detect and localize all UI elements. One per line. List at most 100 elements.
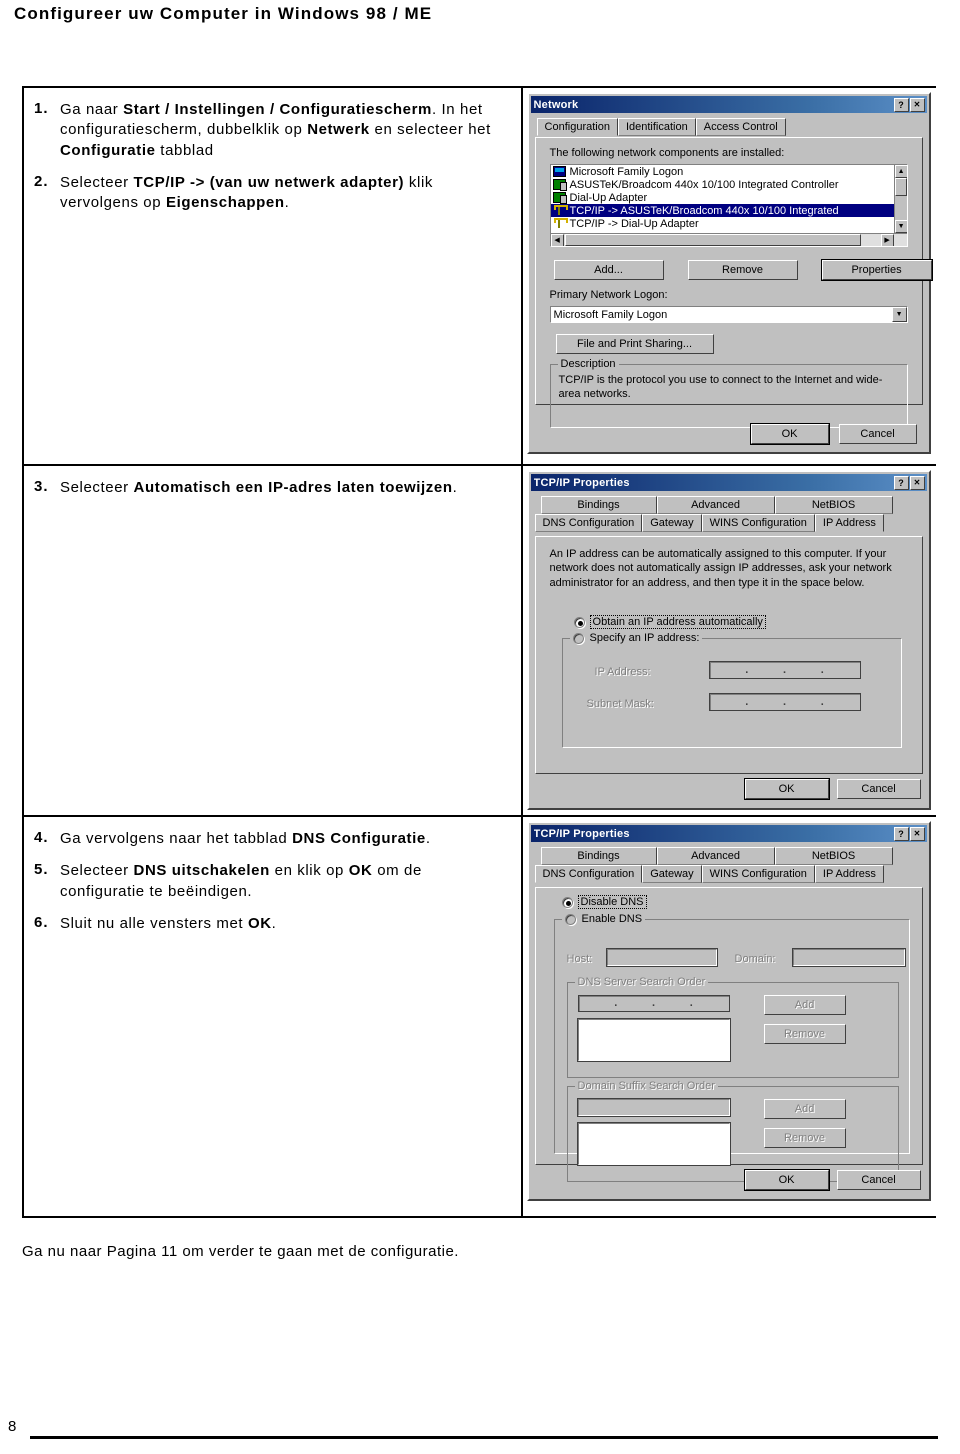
help-icon[interactable]: ?	[893, 475, 909, 490]
tab-dns-configuration[interactable]: DNS Configuration	[534, 865, 643, 883]
obtain-ip-automatically-radio[interactable]: Obtain an IP address automatically	[573, 615, 766, 629]
remove-button[interactable]: Remove	[687, 260, 798, 280]
subnet-octet-3[interactable]	[787, 694, 820, 710]
dns-server-list[interactable]	[576, 1018, 731, 1062]
dns-server-ip-field[interactable]: . . .	[577, 995, 730, 1012]
tab-ip-address[interactable]: IP Address	[814, 865, 884, 883]
scrollbar-thumb[interactable]	[564, 234, 861, 246]
step-5-number: 5.	[34, 861, 49, 879]
tab-gateway[interactable]: Gateway	[642, 865, 702, 883]
ip-address-field[interactable]: . . .	[708, 661, 861, 679]
list-vertical-scrollbar[interactable]: ▲ ▼	[893, 165, 907, 233]
network-cancel-button[interactable]: Cancel	[838, 424, 917, 444]
tab-gateway[interactable]: Gateway	[642, 514, 702, 532]
dns-add-button[interactable]: Add	[763, 995, 846, 1015]
help-icon[interactable]: ?	[893, 97, 909, 112]
list-item[interactable]: ASUSTeK/Broadcom 440x 10/100 Integrated …	[551, 178, 907, 191]
tab-bindings[interactable]: Bindings	[540, 847, 657, 865]
close-icon[interactable]: ✕	[909, 475, 925, 490]
scroll-right-icon[interactable]: ▶	[880, 234, 894, 246]
radio-selected-icon[interactable]	[573, 616, 585, 628]
radio-unselected-icon[interactable]	[572, 632, 584, 644]
help-icon[interactable]: ?	[893, 826, 909, 841]
tab-ip-address[interactable]: IP Address	[814, 514, 884, 532]
tcpip-ip-titlebar-buttons: ? ✕	[893, 475, 925, 490]
domain-suffix-search-order-title: Domain Suffix Search Order	[574, 1080, 718, 1092]
suffix-add-button[interactable]: Add	[763, 1099, 846, 1119]
host-input[interactable]	[605, 948, 718, 967]
tcpip-ip-cancel-button[interactable]: Cancel	[836, 779, 921, 799]
tcpip-ip-titlebar: TCP/IP Properties ? ✕	[530, 474, 927, 491]
specify-ip-group: Specify an IP address: IP Address: . . .	[561, 632, 902, 748]
list-item[interactable]: Microsoft Family Logon	[551, 165, 907, 178]
tcpip-ip-tabstrip-row1: Bindings Advanced NetBIOS	[540, 496, 929, 514]
primary-logon-select[interactable]: Microsoft Family Logon ▼	[549, 306, 908, 323]
ip-octet-2[interactable]	[749, 662, 782, 678]
subnet-mask-field[interactable]: . . .	[708, 693, 861, 711]
tab-wins-configuration[interactable]: WINS Configuration	[701, 865, 815, 883]
page-number: 8	[8, 1418, 17, 1435]
network-ok-button[interactable]: OK	[749, 423, 830, 445]
tab-dns-configuration[interactable]: DNS Configuration	[534, 514, 643, 532]
list-item[interactable]: TCP/IP -> Dial-Up Adapter	[551, 217, 907, 230]
dns-remove-button[interactable]: Remove	[763, 1024, 846, 1044]
tab-bindings[interactable]: Bindings	[540, 496, 657, 514]
scroll-up-icon[interactable]: ▲	[894, 165, 907, 178]
disable-dns-radio[interactable]: Disable DNS	[561, 895, 647, 909]
step-2-number: 2.	[34, 172, 49, 190]
subnet-octet-4[interactable]	[825, 694, 858, 710]
network-configuration-panel: The following network components are ins…	[534, 137, 933, 428]
tab-advanced[interactable]: Advanced	[656, 496, 775, 514]
step-2: 2. Selecteer TCP/IP -> (van uw netwerk a…	[34, 173, 511, 214]
enable-dns-radio[interactable]: Enable DNS	[561, 913, 646, 925]
tab-netbios[interactable]: NetBIOS	[774, 496, 893, 514]
subnet-octet-2[interactable]	[749, 694, 782, 710]
list-item-selected[interactable]: TCP/IP -> ASUSTeK/Broadcom 440x 10/100 I…	[550, 204, 907, 217]
disable-dns-label: Disable DNS	[577, 895, 647, 909]
ip-octet-1[interactable]	[712, 662, 745, 678]
add-button[interactable]: Add...	[553, 260, 664, 280]
properties-button[interactable]: Properties	[820, 259, 933, 281]
step-1-text: Ga naar Start / Instellingen / Configura…	[60, 101, 491, 159]
dns-octet-4[interactable]	[694, 996, 727, 1011]
tab-advanced[interactable]: Advanced	[656, 847, 775, 865]
tcpip-ip-ok-button[interactable]: OK	[743, 778, 830, 800]
dns-octet-2[interactable]	[618, 996, 651, 1011]
list-item[interactable]: Dial-Up Adapter	[551, 191, 907, 204]
file-print-sharing-button[interactable]: File and Print Sharing...	[555, 334, 714, 354]
steps-cell-1: 1. Ga naar Start / Instellingen / Config…	[22, 86, 523, 466]
scrollbar-thumb[interactable]	[894, 178, 907, 196]
ip-octet-4[interactable]	[825, 662, 858, 678]
close-icon[interactable]: ✕	[909, 97, 925, 112]
radio-selected-icon[interactable]	[561, 896, 573, 908]
domain-suffix-list[interactable]	[576, 1122, 731, 1166]
close-icon[interactable]: ✕	[909, 826, 925, 841]
network-dialog-titlebar: Network ? ✕	[530, 96, 927, 113]
tcpip-ip-dialog: TCP/IP Properties ? ✕ Bindings Advanced …	[526, 470, 931, 810]
tcpip-dns-ok-button[interactable]: OK	[743, 1169, 830, 1191]
dns-octet-1[interactable]	[581, 996, 614, 1011]
scroll-down-icon[interactable]: ▼	[894, 220, 907, 233]
list-horizontal-scrollbar[interactable]: ◀ ▶	[550, 233, 907, 246]
dns-octet-3[interactable]	[656, 996, 689, 1011]
tab-wins-configuration[interactable]: WINS Configuration	[701, 514, 815, 532]
steps-cell-3: 4. Ga vervolgens naar het tabblad DNS Co…	[22, 816, 523, 1218]
domain-input[interactable]	[791, 948, 906, 967]
subnet-octet-1[interactable]	[712, 694, 745, 710]
radio-unselected-icon[interactable]	[564, 913, 576, 925]
tab-netbios[interactable]: NetBIOS	[774, 847, 893, 865]
tab-configuration[interactable]: Configuration	[536, 118, 618, 136]
tcpip-dns-cancel-button[interactable]: Cancel	[836, 1170, 921, 1190]
tab-access-control[interactable]: Access Control	[695, 118, 786, 136]
tcpip-dns-title: TCP/IP Properties	[533, 827, 630, 840]
specify-ip-radio[interactable]: Specify an IP address:	[569, 632, 703, 644]
scroll-left-icon[interactable]: ◀	[550, 234, 564, 246]
chevron-down-icon[interactable]: ▼	[891, 307, 907, 322]
network-components-list[interactable]: Microsoft Family Logon ASUSTeK/Broadcom …	[549, 164, 908, 247]
domain-suffix-input[interactable]	[576, 1098, 731, 1117]
ip-octet-3[interactable]	[787, 662, 820, 678]
tab-identification[interactable]: Identification	[617, 118, 696, 136]
step-4-number: 4.	[34, 829, 49, 846]
ip-address-label: IP Address:	[594, 666, 651, 678]
suffix-remove-button[interactable]: Remove	[763, 1128, 846, 1148]
